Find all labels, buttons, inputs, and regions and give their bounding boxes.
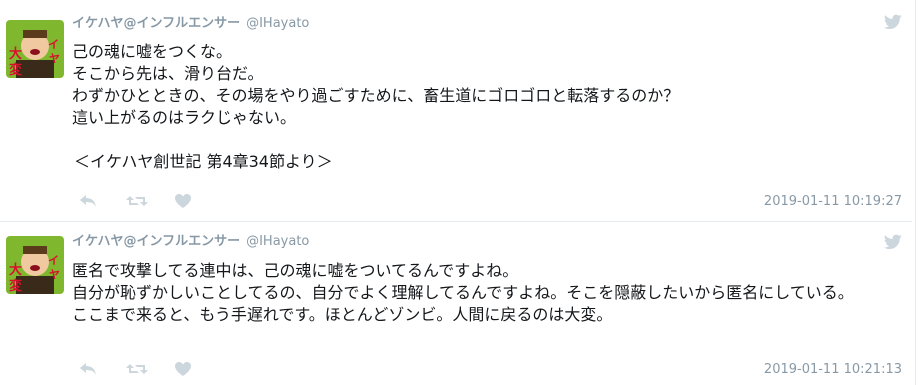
- svg-text:大: 大: [9, 262, 22, 278]
- tweet-text-line: 自分が恥ずかしいことしてるの、自分でよく理解してるんですよね。そこを隠蔽したいか…: [72, 283, 854, 302]
- tweet-header: イケハヤ@インフルエンサー @IHayato: [72, 233, 309, 251]
- tweet-text-line: 己の魂に嘘をつくな。: [72, 42, 233, 61]
- svg-text:イ: イ: [48, 254, 59, 267]
- tweet-actions: [78, 359, 217, 379]
- panel-border: [915, 0, 916, 385]
- reply-icon[interactable]: [78, 193, 100, 211]
- reply-icon[interactable]: [78, 361, 100, 379]
- heart-icon[interactable]: [174, 361, 196, 379]
- svg-text:変: 変: [9, 278, 22, 294]
- tweet-text-line: 匿名で攻撃してる連中は、己の魂に嘘をついてるんですよね。: [72, 261, 519, 280]
- svg-text:イ: イ: [48, 38, 59, 51]
- tweet-timestamp[interactable]: 2019-01-11 10:21:13: [764, 362, 902, 377]
- svg-text:ヤ: ヤ: [49, 268, 60, 281]
- display-name[interactable]: イケハヤ@インフルエンサー: [72, 16, 240, 31]
- screen-name[interactable]: @IHayato: [246, 234, 309, 249]
- tweet-text: 己の魂に嘘をつくな。 そこから先は、滑り台だ。 わずかひとときの、その場をやり過…: [72, 41, 908, 173]
- twitter-bird-icon[interactable]: [883, 234, 902, 250]
- tweet-text-line: ここまで来ると、もう手遅れです。ほとんどゾンビ。人間に戻るのは大変。: [72, 305, 613, 324]
- tweet-header: イケハヤ@インフルエンサー @IHayato: [72, 15, 309, 33]
- tweet-text-line: そこから先は、滑り台だ。: [72, 64, 264, 83]
- svg-text:ヤ: ヤ: [49, 52, 60, 65]
- screen-name[interactable]: @IHayato: [246, 16, 309, 31]
- retweet-icon[interactable]: [126, 193, 149, 211]
- tweet-text-line: わずかひとときの、その場をやり過ごすために、畜生道にゴロゴロと転落するのか？: [72, 86, 680, 105]
- svg-text:大: 大: [9, 46, 22, 62]
- retweet-icon[interactable]: [126, 361, 149, 379]
- avatar[interactable]: 大 変 イ ヤ: [6, 236, 64, 294]
- display-name[interactable]: イケハヤ@インフルエンサー: [72, 234, 240, 249]
- tweet-actions: [78, 191, 217, 211]
- tweet-timestamp[interactable]: 2019-01-11 10:19:27: [764, 194, 902, 209]
- avatar[interactable]: 大 変 イ ヤ: [6, 20, 64, 78]
- svg-text:変: 変: [9, 62, 22, 78]
- tweet-text-line: [72, 129, 908, 151]
- tweet-card: 大 変 イ ヤ イケハヤ@インフルエンサー @IHayato 匿名で攻撃してる連中…: [0, 222, 912, 385]
- heart-icon[interactable]: [174, 193, 196, 211]
- tweet-card: 大 変 イ ヤ イケハヤ@インフルエンサー @IHayato 己の魂に嘘をつくな。…: [0, 0, 912, 222]
- twitter-bird-icon[interactable]: [883, 14, 902, 30]
- tweet-text-line: 這い上がるのはラクじゃない。: [72, 108, 297, 127]
- tweet-text-line: ＜イケハヤ創世記 第4章34節より＞: [74, 152, 333, 171]
- tweet-text: 匿名で攻撃してる連中は、己の魂に嘘をついてるんですよね。 自分が恥ずかしいことし…: [72, 260, 908, 326]
